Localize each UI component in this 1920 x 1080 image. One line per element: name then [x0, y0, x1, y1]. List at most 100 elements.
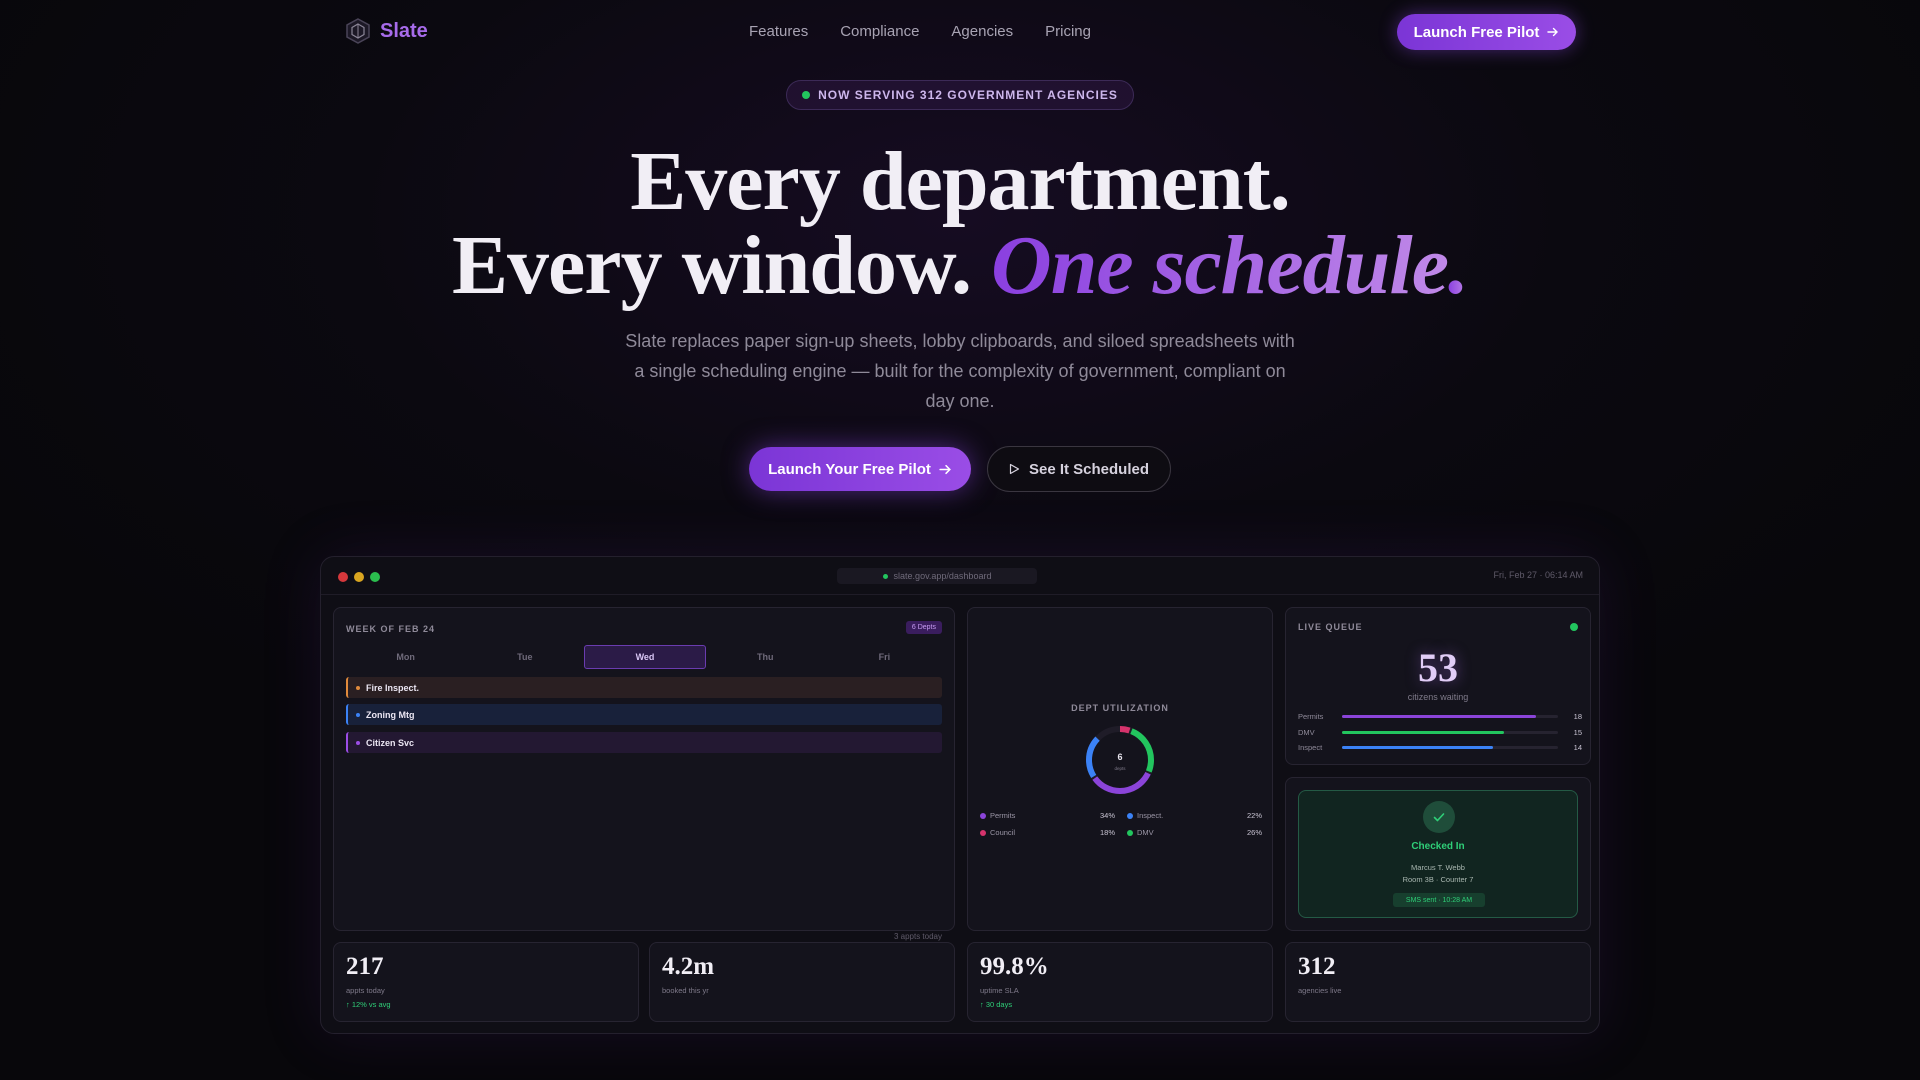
- hero-subtitle: Slate replaces paper sign-up sheets, lob…: [625, 331, 1295, 411]
- queue-row-value: 14: [1573, 742, 1582, 752]
- checkin-card: Checked In Marcus T. Webb Room 3B · Coun…: [1298, 790, 1578, 918]
- nav-link-compliance[interactable]: Compliance: [840, 23, 919, 40]
- day-tab-thu[interactable]: Thu: [706, 645, 825, 669]
- appointment-label: Fire Inspect.: [366, 682, 420, 693]
- secure-dot-icon: [882, 573, 888, 579]
- queue-row-fill: [1342, 730, 1504, 734]
- queue-row-fill: [1342, 714, 1537, 718]
- legend-pct: 22%: [1246, 811, 1262, 820]
- appointment-dot-icon: [356, 685, 360, 690]
- checkin-name: Marcus T. Webb: [1411, 863, 1465, 872]
- queue-count: 53: [1418, 645, 1458, 690]
- legend-pct: 26%: [1246, 828, 1262, 837]
- donut-center-value: 6: [1117, 752, 1122, 762]
- headline-line-1: Every department.: [630, 135, 1291, 228]
- appointment-zoning-mtg[interactable]: Zoning Mtg: [346, 704, 942, 725]
- launch-pilot-button[interactable]: Launch Free Pilot: [1397, 14, 1576, 50]
- play-icon: [1009, 463, 1020, 475]
- legend-item-permits: Permits 34%: [980, 811, 1115, 820]
- stat-value: 99.8%: [980, 953, 1049, 980]
- stat-value: 4.2m: [662, 953, 715, 980]
- stat-label: booked this yr: [662, 986, 709, 995]
- arrow-right-icon: [1547, 27, 1559, 37]
- launch-pilot-label: Launch Free Pilot: [1413, 23, 1540, 41]
- nav-link-features[interactable]: Features: [749, 23, 808, 40]
- appointment-citizen-svc[interactable]: Citizen Svc: [346, 732, 942, 753]
- nav-link-pricing[interactable]: Pricing: [1045, 23, 1091, 40]
- day-tab-wed[interactable]: Wed: [584, 645, 706, 669]
- day-tab-mon[interactable]: Mon: [346, 645, 465, 669]
- stat-card-appts: 217 appts today ↑ 12% vs avg: [333, 942, 639, 1022]
- headline-accent: One schedule: [991, 219, 1449, 312]
- brand-name: Slate: [380, 19, 428, 42]
- launch-free-pilot-button[interactable]: Launch Your Free Pilot: [749, 447, 971, 491]
- dashboard-preview: slate.gov.app/dashboard Fri, Feb 27 · 06…: [320, 556, 1600, 1034]
- appointments-count: 3 appts today: [893, 932, 942, 941]
- stat-value: 217: [346, 953, 384, 980]
- dashboard-datetime: Fri, Feb 27 · 06:14 AM: [1493, 570, 1583, 580]
- legend-pct: 34%: [1099, 811, 1115, 820]
- queue-row-track: [1342, 730, 1558, 734]
- brand-logo[interactable]: Slate: [344, 17, 428, 45]
- stat-label: uptime SLA: [980, 986, 1019, 995]
- appointment-dot-icon: [356, 740, 360, 745]
- legend-item-dmv: DMV 26%: [1127, 828, 1262, 837]
- utilization-label: DEPT UTILIZATION: [1071, 703, 1169, 713]
- queue-row-name: DMV: [1298, 727, 1315, 737]
- live-status-dot-icon: [1570, 623, 1578, 631]
- queue-row-value: 18: [1573, 711, 1582, 721]
- queue-row-name: Permits: [1298, 711, 1324, 721]
- status-dot-icon: [802, 91, 811, 99]
- legend-name: Council: [990, 828, 1016, 837]
- queue-row-dmv: DMV 15: [1298, 727, 1582, 737]
- week-label: WEEK OF FEB 24: [346, 624, 436, 634]
- stat-label: appts today: [346, 986, 385, 995]
- checkin-panel: Checked In Marcus T. Webb Room 3B · Coun…: [1285, 777, 1591, 931]
- see-it-scheduled-button[interactable]: See It Scheduled: [987, 446, 1171, 492]
- stat-card-uptime: 99.8% uptime SLA ↑ 30 days: [967, 942, 1273, 1022]
- stat-value: 312: [1298, 953, 1336, 980]
- appointment-label: Zoning Mtg: [366, 709, 415, 720]
- stat-trend: ↑ 30 days: [980, 1000, 1013, 1009]
- url-text: slate.gov.app/dashboard: [893, 571, 992, 581]
- nav-link-agencies[interactable]: Agencies: [951, 23, 1013, 40]
- agencies-badge-text: NOW SERVING 312 GOVERNMENT AGENCIES: [818, 88, 1118, 102]
- checkin-room: Room 3B · Counter 7: [1402, 875, 1474, 884]
- top-nav: Slate Features Compliance Agencies Prici…: [0, 0, 1920, 64]
- queue-row-track: [1342, 714, 1558, 718]
- day-tab-tue[interactable]: Tue: [465, 645, 584, 669]
- appointment-fire-inspect[interactable]: Fire Inspect.: [346, 677, 942, 698]
- checkin-title: Checked In: [1411, 841, 1465, 852]
- stat-trend: ↑ 12% vs avg: [346, 1000, 391, 1009]
- day-tab-fri[interactable]: Fri: [825, 645, 944, 669]
- live-queue-panel: LIVE QUEUE 53 citizens waiting Permits 1…: [1285, 607, 1591, 765]
- legend-item-council: Council 18%: [980, 828, 1115, 837]
- queue-label: LIVE QUEUE: [1298, 622, 1363, 632]
- url-bar: slate.gov.app/dashboard: [837, 568, 1037, 584]
- arrow-right-icon: [939, 464, 951, 474]
- stat-card-booked: 4.2m booked this yr: [649, 942, 955, 1022]
- launch-free-pilot-label: Launch Your Free Pilot: [768, 460, 931, 478]
- checkmark-icon: [1423, 801, 1455, 833]
- legend-swatch-icon: [1127, 812, 1133, 819]
- legend-swatch-icon: [1127, 829, 1133, 836]
- utilization-legend: Permits 34% Inspect. 22% Council 18% DMV…: [980, 811, 1262, 837]
- headline-period: .: [1448, 219, 1469, 312]
- day-tabs: Mon Tue Wed Thu Fri: [346, 645, 944, 669]
- queue-row-inspect: Inspect 14: [1298, 742, 1582, 752]
- appointment-dot-icon: [356, 712, 360, 717]
- legend-name: Permits: [990, 811, 1016, 820]
- legend-name: DMV: [1137, 828, 1154, 837]
- nav-links: Features Compliance Agencies Pricing: [749, 23, 1091, 40]
- legend-item-inspect: Inspect. 22%: [1127, 811, 1262, 820]
- legend-swatch-icon: [980, 812, 986, 819]
- minimize-dot-icon: [354, 572, 364, 582]
- appointment-label: Citizen Svc: [366, 737, 415, 748]
- week-schedule-panel: WEEK OF FEB 24 6 Depts Mon Tue Wed Thu F…: [333, 607, 955, 941]
- queue-count-label: citizens waiting: [1407, 692, 1469, 702]
- sms-sent-badge: SMS sent · 10:28 AM: [1393, 893, 1485, 907]
- queue-row-track: [1342, 745, 1558, 749]
- hexagon-logo-icon: [346, 18, 370, 44]
- queue-row-value: 15: [1573, 727, 1582, 737]
- hero-headline: Every department. Every window. One sche…: [0, 140, 1920, 308]
